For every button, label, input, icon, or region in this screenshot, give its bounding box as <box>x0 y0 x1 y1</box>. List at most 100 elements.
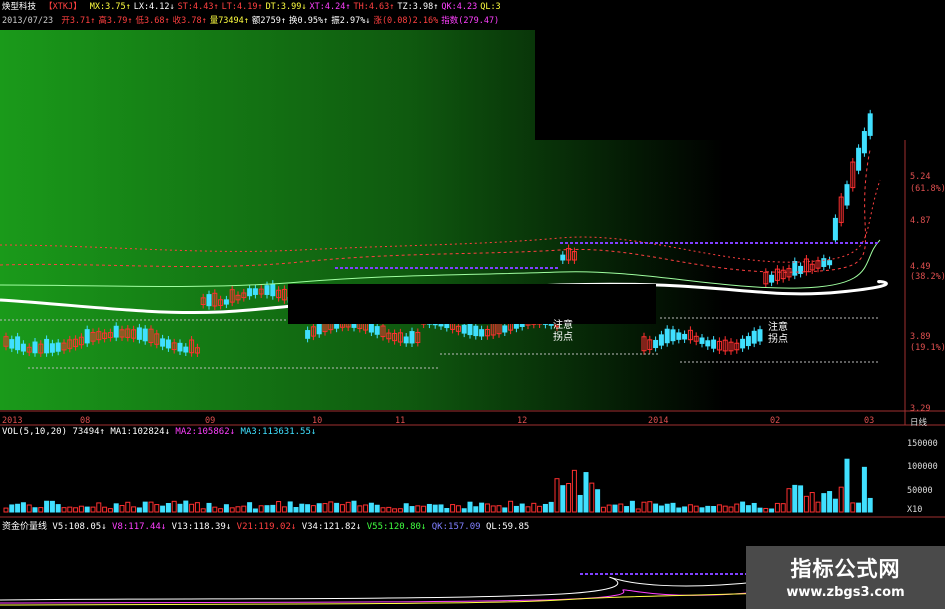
volume-bar <box>380 507 386 513</box>
candle-body <box>461 324 467 334</box>
volume-bar <box>658 505 664 513</box>
volume-bar <box>734 503 740 513</box>
volume-bar <box>542 503 548 513</box>
volume-bar <box>687 504 693 513</box>
fund-header-item: QK:157.09 <box>431 522 486 532</box>
volume-bar <box>32 507 38 513</box>
volume-bar <box>409 506 415 513</box>
fund-header-item: V55:120.80↓ <box>366 522 432 532</box>
volume-bar <box>815 501 821 513</box>
fund-header-item: V5:108.05↓ <box>52 522 113 532</box>
volume-header-item: MA3:113631.55↓ <box>240 427 317 437</box>
volume-bar <box>455 505 461 513</box>
date-tick-label: 12 <box>517 416 528 426</box>
volume-bar <box>235 506 241 513</box>
candle-body <box>658 334 664 346</box>
price-tick-label: 3.29 <box>910 404 931 414</box>
volume-bar <box>792 484 798 513</box>
candle-body <box>705 340 711 347</box>
quote-item: LX:4.12↓ <box>133 2 175 12</box>
candle-body <box>305 330 311 339</box>
quote-item: LT:4.19↑ <box>221 2 263 12</box>
quote-item: 开3.71↑ <box>61 16 96 26</box>
candle-body <box>409 331 415 344</box>
quote-item: 收3.78↑ <box>172 16 207 26</box>
redaction-box <box>288 284 656 324</box>
volume-bar <box>629 500 635 513</box>
volume-bar <box>618 503 624 513</box>
volume-bar <box>856 502 862 513</box>
volume-bar <box>84 506 90 513</box>
quote-item: 高3.79↑ <box>98 16 133 26</box>
volume-bar <box>699 507 705 513</box>
volume-bar <box>270 504 276 513</box>
price-tick-label: 5.24 <box>910 172 931 182</box>
volume-bar <box>473 506 479 513</box>
candle-body <box>711 339 717 349</box>
quote-item: TZ:3.98↑ <box>397 2 439 12</box>
volume-bar <box>653 503 659 513</box>
volume-bar <box>200 508 206 513</box>
volume-bar <box>571 469 577 513</box>
volume-bar <box>165 503 171 513</box>
volume-bar <box>73 507 79 513</box>
candle-body <box>798 265 804 274</box>
volume-tick-label: 50000 <box>907 486 933 496</box>
volume-bar <box>548 501 554 513</box>
volume-bar <box>241 505 247 513</box>
volume-bar <box>258 505 264 513</box>
volume-bar <box>531 502 537 513</box>
quote-info-bar: 焕型科技 【XTKJ】 MX:3.75↑ LX:4.12↓ ST:4.43↑ LT:4… <box>0 0 945 30</box>
quote-row-2-items: 开3.71↑ 高3.79↑ 低3.68↑ 收3.78↑ 量73494↑ 额2759↑ 换0.… <box>61 16 502 26</box>
candle-body <box>699 337 705 344</box>
volume-bar <box>102 506 108 513</box>
fund-header-item: V34:121.82↓ <box>301 522 367 532</box>
volume-bar <box>467 501 473 513</box>
volume-bar <box>635 508 641 513</box>
volume-tick-label: 100000 <box>907 462 938 472</box>
volume-bar <box>125 501 131 513</box>
volume-bar <box>322 503 328 513</box>
volume-header: VOL(5,10,20) 73494↑ MA1:102824↓ MA2:1058… <box>2 427 316 437</box>
volume-bar <box>345 501 351 513</box>
volume-bar <box>438 504 444 513</box>
volume-bar <box>264 505 270 513</box>
volume-bar <box>827 491 833 513</box>
stock-name: 焕型科技 <box>2 2 37 12</box>
candle-body <box>15 336 21 351</box>
fund-header-item: 资金价量线 <box>2 522 53 532</box>
candle-body <box>160 338 166 347</box>
volume-bar <box>850 502 856 513</box>
volume-bar <box>9 504 15 513</box>
candle-body <box>792 261 798 276</box>
volume-bar <box>229 507 235 513</box>
volume-bar <box>299 503 305 513</box>
candle-body <box>856 147 862 171</box>
price-tick-label: 3.89 <box>910 332 931 342</box>
candle-body <box>757 329 763 342</box>
volume-bar <box>444 508 450 513</box>
volume-bar <box>310 505 316 513</box>
volume-bar <box>119 504 125 513</box>
volume-bar <box>502 507 508 513</box>
quote-row-2: 2013/07/23 开3.71↑ 高3.79↑ 低3.68↑ 收3.78↑ 量7349… <box>2 16 505 26</box>
quote-item: TH:4.63↑ <box>353 2 395 12</box>
candle-body <box>264 285 270 295</box>
volume-bar <box>357 505 363 513</box>
stock-chart-canvas[interactable] <box>0 0 945 609</box>
volume-tick-label: X10 <box>907 505 923 515</box>
volume-bar <box>171 500 177 513</box>
volume-bar <box>44 500 50 513</box>
quote-row-1: 焕型科技 【XTKJ】 MX:3.75↑ LX:4.12↓ ST:4.43↑ LT:4… <box>2 2 507 12</box>
price-tick-label: 4.87 <box>910 216 931 226</box>
volume-bar <box>595 489 601 513</box>
watermark-url: www.zbgs3.com <box>786 585 905 600</box>
turning-point-note-1: 注意 拐点 <box>553 320 573 343</box>
volume-bar <box>426 503 432 513</box>
volume-bar <box>397 508 403 513</box>
volume-bar <box>682 506 688 513</box>
quote-item: 量73494↑ <box>209 16 249 26</box>
quote-date: 2013/07/23 <box>2 16 54 26</box>
volume-bar <box>96 502 102 513</box>
volume-bar <box>421 505 427 513</box>
